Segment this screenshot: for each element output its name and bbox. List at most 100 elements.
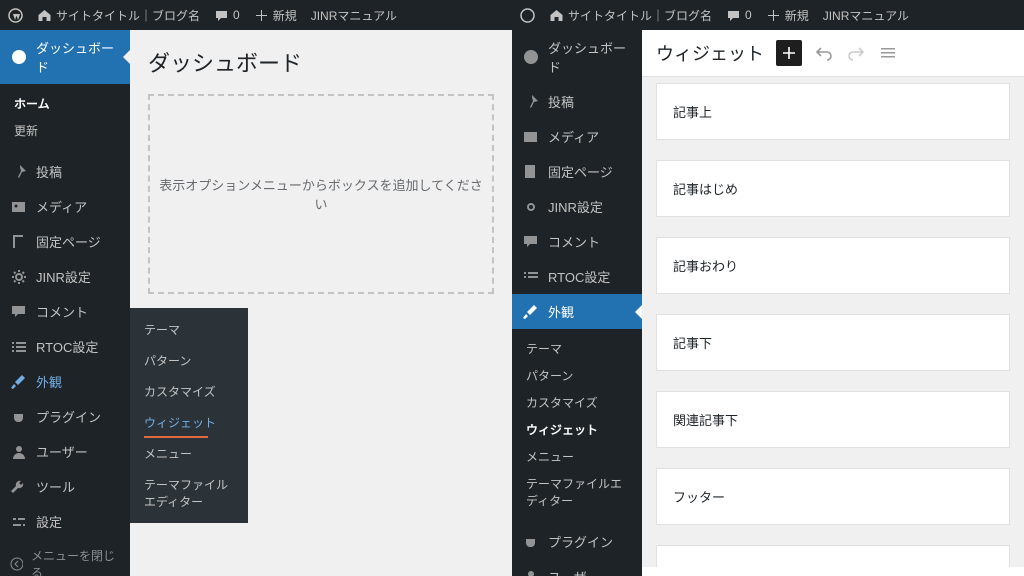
brush-icon bbox=[522, 303, 540, 321]
widget-area[interactable]: 記事下 bbox=[656, 314, 1010, 371]
sidebar-item-appearance[interactable]: 外観 bbox=[0, 364, 130, 399]
wordpress-icon bbox=[520, 8, 535, 23]
sidebar-item-label: ダッシュボード bbox=[548, 38, 632, 76]
flyout-themes[interactable]: テーマ bbox=[130, 314, 248, 345]
sidebar-item-users[interactable]: ユーザー bbox=[512, 559, 642, 576]
admin-topbar: サイトタイトル｜ブログ名 0 新規 JINRマニュアル bbox=[512, 0, 1024, 30]
appearance-flyout: テーマ パターン カスタマイズ ウィジェット メニュー テーマファイルエディター bbox=[130, 308, 248, 523]
sidebar-item-rtoc[interactable]: RTOC設定 bbox=[512, 259, 642, 294]
widgets-title: ウィジェット bbox=[656, 40, 764, 66]
sidebar-item-media[interactable]: メディア bbox=[0, 189, 130, 224]
widget-area[interactable]: 記事はじめ bbox=[656, 160, 1010, 217]
sidebar-item-label: ユーザー bbox=[548, 567, 600, 576]
plus-icon bbox=[254, 8, 269, 23]
sidebar-item-jinr[interactable]: JINR設定 bbox=[512, 189, 642, 224]
comment-count: 0 bbox=[745, 8, 752, 22]
flyout-widgets[interactable]: ウィジェット bbox=[130, 407, 248, 438]
add-block-button[interactable] bbox=[776, 40, 802, 66]
plus-icon bbox=[781, 45, 797, 61]
sidebar-item-plugins[interactable]: プラグイン bbox=[0, 399, 130, 434]
comments-link[interactable]: 0 bbox=[214, 8, 240, 23]
pin-icon bbox=[10, 163, 28, 181]
site-home-link[interactable]: サイトタイトル｜ブログ名 bbox=[37, 7, 200, 24]
new-content-link[interactable]: 新規 bbox=[254, 7, 297, 24]
flyout-editor[interactable]: テーマファイルエディター bbox=[130, 469, 248, 517]
list-view-button[interactable] bbox=[878, 43, 898, 63]
sidebar-item-label: JINR設定 bbox=[548, 197, 603, 216]
site-home-link[interactable]: サイトタイトル｜ブログ名 bbox=[549, 7, 712, 24]
sidebar-item-label: メディア bbox=[548, 127, 599, 146]
sidebar-item-settings[interactable]: 設定 bbox=[0, 504, 130, 539]
manual-link[interactable]: JINRマニュアル bbox=[311, 7, 397, 24]
sub-item-menus[interactable]: メニュー bbox=[512, 443, 642, 470]
sub-item-customize[interactable]: カスタマイズ bbox=[512, 389, 642, 416]
sidebar-item-label: 設定 bbox=[36, 512, 62, 531]
sidebar-item-rtoc[interactable]: RTOC設定 bbox=[0, 329, 130, 364]
sidebar-item-label: プラグイン bbox=[548, 532, 613, 551]
sidebar-item-posts[interactable]: 投稿 bbox=[512, 84, 642, 119]
sidebar-item-appearance[interactable]: 外観 bbox=[512, 294, 642, 329]
sidebar-item-comments[interactable]: コメント bbox=[512, 224, 642, 259]
sidebar-item-label: 外観 bbox=[548, 302, 574, 321]
sub-item-updates[interactable]: 更新 bbox=[0, 117, 130, 144]
sidebar-item-dashboard[interactable]: ダッシュボード bbox=[0, 30, 130, 84]
widget-area-label: フッター bbox=[673, 490, 725, 505]
sub-item-editor[interactable]: テーマファイルエディター bbox=[512, 470, 642, 514]
sidebar-item-jinr[interactable]: JINR設定 bbox=[0, 259, 130, 294]
sidebar-item-pages[interactable]: 固定ページ bbox=[0, 224, 130, 259]
wp-logo[interactable] bbox=[8, 8, 23, 23]
undo-icon bbox=[815, 44, 833, 62]
new-content-link[interactable]: 新規 bbox=[766, 7, 809, 24]
manual-link[interactable]: JINRマニュアル bbox=[823, 7, 909, 24]
widget-area-label: 関連記事下 bbox=[673, 413, 738, 428]
page-title: ダッシュボード bbox=[148, 46, 494, 78]
sub-item-themes[interactable]: テーマ bbox=[512, 335, 642, 362]
sidebar-item-label: 外観 bbox=[36, 372, 62, 391]
widget-area[interactable]: 記事上 bbox=[656, 83, 1010, 140]
brush-icon bbox=[10, 373, 28, 391]
widget-area[interactable]: 関連記事下 bbox=[656, 391, 1010, 448]
redo-button[interactable] bbox=[846, 43, 866, 63]
sub-item-widgets[interactable]: ウィジェット bbox=[512, 416, 642, 443]
comments-link[interactable]: 0 bbox=[726, 8, 752, 23]
sidebar-item-plugins[interactable]: プラグイン bbox=[512, 524, 642, 559]
sidebar-item-label: 投稿 bbox=[36, 162, 62, 181]
new-label: 新規 bbox=[273, 7, 297, 24]
sidebar-item-label: ツール bbox=[36, 477, 75, 496]
flyout-customize[interactable]: カスタマイズ bbox=[130, 376, 248, 407]
sidebar-item-tools[interactable]: ツール bbox=[0, 469, 130, 504]
sidebar-item-users[interactable]: ユーザー bbox=[0, 434, 130, 469]
comment-icon bbox=[522, 233, 540, 251]
sliders-icon bbox=[10, 513, 28, 531]
sidebar-item-pages[interactable]: 固定ページ bbox=[512, 154, 642, 189]
widget-area[interactable]: サイドバー bbox=[656, 545, 1010, 567]
sidebar-item-media[interactable]: メディア bbox=[512, 119, 642, 154]
tools-icon bbox=[10, 478, 28, 496]
comment-icon bbox=[214, 8, 229, 23]
gear-icon bbox=[522, 198, 540, 216]
sidebar-collapse[interactable]: メニューを閉じる bbox=[0, 539, 130, 576]
sidebar-item-label: RTOC設定 bbox=[36, 337, 98, 356]
list-view-icon bbox=[879, 44, 897, 62]
media-icon bbox=[522, 128, 540, 146]
gear-icon bbox=[10, 268, 28, 286]
dashboard-icon bbox=[10, 48, 28, 66]
plus-icon bbox=[766, 8, 781, 23]
sidebar-item-dashboard[interactable]: ダッシュボード bbox=[512, 30, 642, 84]
users-icon bbox=[522, 568, 540, 576]
manual-label: JINRマニュアル bbox=[311, 7, 397, 24]
sub-item-home[interactable]: ホーム bbox=[0, 90, 130, 117]
flyout-patterns[interactable]: パターン bbox=[130, 345, 248, 376]
sidebar-item-label: プラグイン bbox=[36, 407, 101, 426]
sidebar-item-posts[interactable]: 投稿 bbox=[0, 154, 130, 189]
sidebar-item-label: メディア bbox=[36, 197, 87, 216]
widget-area[interactable]: フッター bbox=[656, 468, 1010, 525]
wp-logo[interactable] bbox=[520, 8, 535, 23]
sub-item-patterns[interactable]: パターン bbox=[512, 362, 642, 389]
widget-area[interactable]: 記事おわり bbox=[656, 237, 1010, 294]
undo-button[interactable] bbox=[814, 43, 834, 63]
sidebar-item-comments[interactable]: コメント bbox=[0, 294, 130, 329]
list-icon bbox=[10, 338, 28, 356]
widget-area-list: 記事上 記事はじめ 記事おわり 記事下 関連記事下 フッター サイドバー サイド… bbox=[642, 77, 1024, 567]
flyout-menus[interactable]: メニュー bbox=[130, 438, 248, 469]
